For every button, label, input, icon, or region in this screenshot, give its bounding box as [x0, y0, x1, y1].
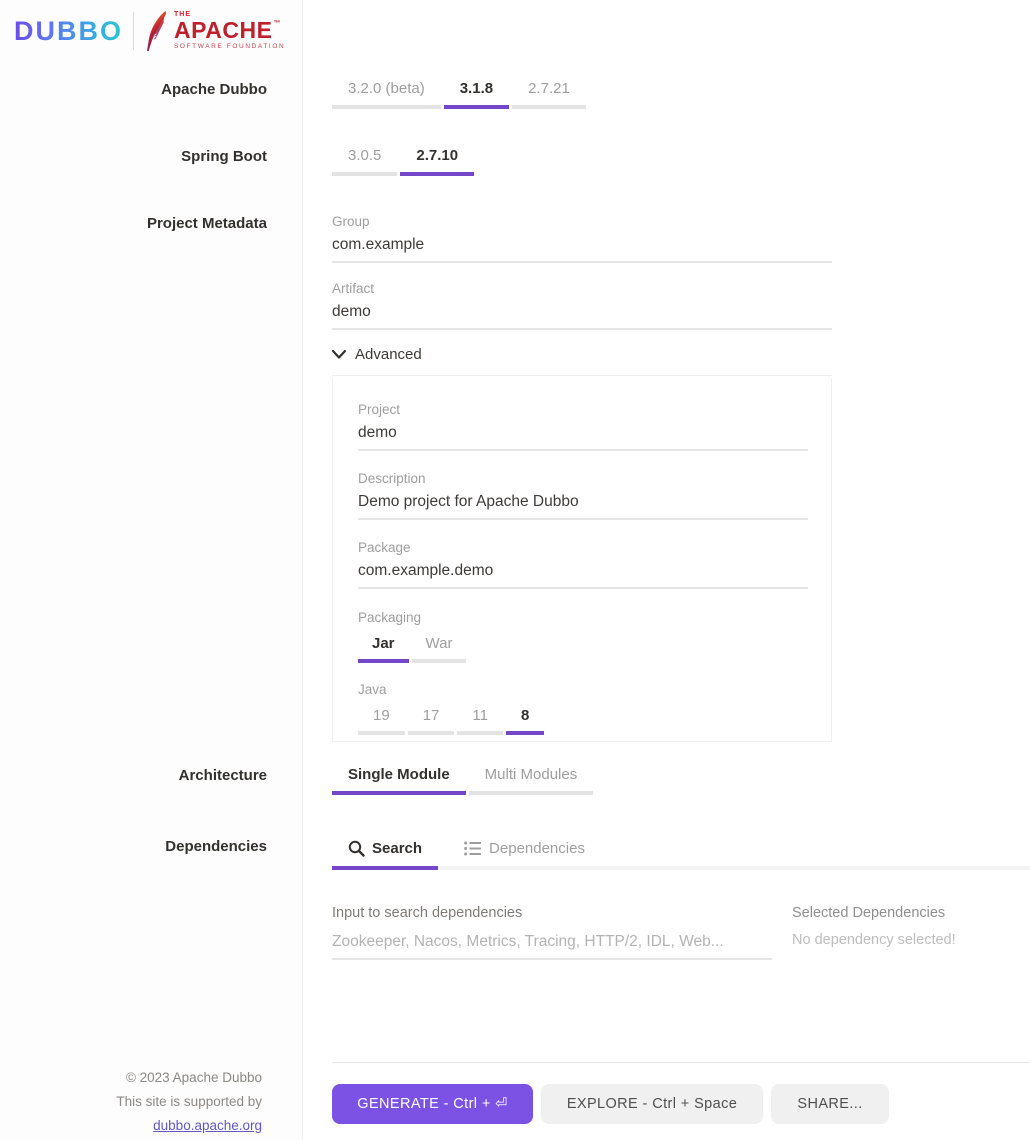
- dependency-search-field-wrap: [332, 931, 772, 960]
- project-label: Project: [358, 402, 401, 417]
- dependency-search-input[interactable]: [332, 931, 772, 960]
- java-tab-17[interactable]: 17: [407, 703, 455, 735]
- dependencies-tab-search[interactable]: Search: [332, 833, 439, 870]
- dependencies-tabbar: Search Dependencies: [332, 833, 1030, 870]
- package-input[interactable]: [358, 560, 808, 589]
- dubbo-version-tab-318[interactable]: 3.1.8: [443, 74, 510, 109]
- apache-logo: THE APACHE ™ SOFTWARE FOUNDATION: [144, 10, 285, 52]
- packaging-tab-war[interactable]: War: [411, 631, 467, 663]
- section-label-project-metadata: Project Metadata: [146, 215, 267, 232]
- packaging-tabs: Jar War: [358, 631, 806, 663]
- share-button[interactable]: SHARE...: [771, 1084, 889, 1124]
- packaging-tab-jar[interactable]: Jar: [358, 631, 409, 663]
- apache-subtitle-label: SOFTWARE FOUNDATION: [174, 43, 286, 51]
- section-label-apache-dubbo: Apache Dubbo: [161, 81, 267, 98]
- artifact-input[interactable]: [332, 301, 832, 330]
- advanced-panel: Project Description Package Packaging Ja…: [332, 378, 832, 742]
- section-label-dependencies: Dependencies: [165, 838, 267, 855]
- architecture-tabs: Single Module Multi Modules: [332, 760, 594, 795]
- explore-button[interactable]: EXPLORE - Ctrl + Space: [541, 1084, 763, 1124]
- spring-boot-tab-2710[interactable]: 2.7.10: [400, 141, 475, 176]
- description-field-wrap: Description: [358, 471, 808, 520]
- dependencies-tab-dependencies[interactable]: Dependencies: [448, 833, 601, 870]
- dubbo-logo: DUBBO: [14, 15, 123, 46]
- selected-dependencies-empty-text: No dependency selected!: [792, 932, 956, 948]
- project-field-wrap: Project: [358, 402, 808, 451]
- group-input[interactable]: [332, 234, 832, 263]
- artifact-field-wrap: Artifact: [332, 281, 832, 330]
- footer-copyright: © 2023 Apache Dubbo: [125, 1070, 262, 1085]
- dependency-search-label: Input to search dependencies: [332, 905, 523, 921]
- dubbo-initializer-app: DUBBO THE APACHE ™ SOFTWARE FOUNDATION A…: [0, 0, 1030, 1140]
- apache-name-label: APACHE ™: [174, 17, 281, 44]
- architecture-tab-multi-modules[interactable]: Multi Modules: [468, 760, 594, 795]
- brand-logos: DUBBO THE APACHE ™ SOFTWARE FOUNDATION: [14, 10, 285, 52]
- chevron-down-icon: [332, 350, 346, 359]
- footer-divider: [332, 1062, 1030, 1063]
- selected-dependencies-title: Selected Dependencies: [792, 905, 946, 921]
- description-label: Description: [358, 471, 426, 486]
- java-label: Java: [358, 682, 387, 697]
- section-label-architecture: Architecture: [178, 767, 267, 784]
- packaging-label: Packaging: [358, 610, 422, 625]
- advanced-toggle[interactable]: Advanced: [332, 346, 832, 376]
- java-tab-19[interactable]: 19: [358, 703, 405, 735]
- package-label: Package: [358, 540, 411, 555]
- group-label: Group: [332, 214, 370, 229]
- dependencies-tab-dependencies-label: Dependencies: [489, 840, 585, 857]
- apache-feather-icon: [147, 11, 166, 51]
- advanced-label: Advanced: [355, 346, 422, 363]
- sidebar: DUBBO THE APACHE ™ SOFTWARE FOUNDATION A…: [0, 0, 303, 1140]
- selected-dependencies-section: Selected Dependencies No dependency sele…: [792, 905, 1022, 948]
- description-input[interactable]: [358, 491, 808, 520]
- dependency-search-section: Input to search dependencies: [332, 905, 772, 960]
- architecture-tab-single-module[interactable]: Single Module: [332, 760, 466, 795]
- group-field-wrap: Group: [332, 214, 832, 263]
- section-label-spring-boot: Spring Boot: [181, 148, 267, 165]
- spring-boot-tab-305[interactable]: 3.0.5: [332, 141, 398, 176]
- dubbo-version-tab-2721[interactable]: 2.7.21: [512, 74, 586, 109]
- search-icon: [348, 840, 365, 857]
- java-version-tabs: 19 17 11 8: [358, 703, 806, 735]
- project-input[interactable]: [358, 422, 808, 451]
- dubbo-version-tab-320-beta[interactable]: 3.2.0 (beta): [332, 74, 441, 109]
- dubbo-version-tabs: 3.2.0 (beta) 3.1.8 2.7.21: [332, 74, 586, 109]
- artifact-label: Artifact: [332, 281, 375, 296]
- footer-link-dubbo-apache-org[interactable]: dubbo.apache.org: [153, 1118, 262, 1133]
- java-tab-8[interactable]: 8: [505, 703, 545, 735]
- apache-wordmark: THE APACHE ™ SOFTWARE FOUNDATION: [174, 11, 285, 51]
- dependencies-tab-search-label: Search: [372, 840, 423, 857]
- packaging-group: Packaging Jar War: [358, 610, 806, 663]
- spring-boot-version-tabs: 3.0.5 2.7.10: [332, 141, 475, 176]
- java-group: Java 19 17 11 8: [358, 682, 806, 735]
- footer-support-text: This site is supported by: [116, 1094, 262, 1109]
- trademark-symbol: ™: [273, 20, 281, 28]
- generate-button[interactable]: GENERATE - Ctrl + ⏎: [332, 1084, 533, 1124]
- java-tab-11[interactable]: 11: [457, 703, 503, 735]
- package-field-wrap: Package: [358, 540, 808, 589]
- logo-divider: [133, 12, 134, 50]
- list-icon: [464, 841, 482, 856]
